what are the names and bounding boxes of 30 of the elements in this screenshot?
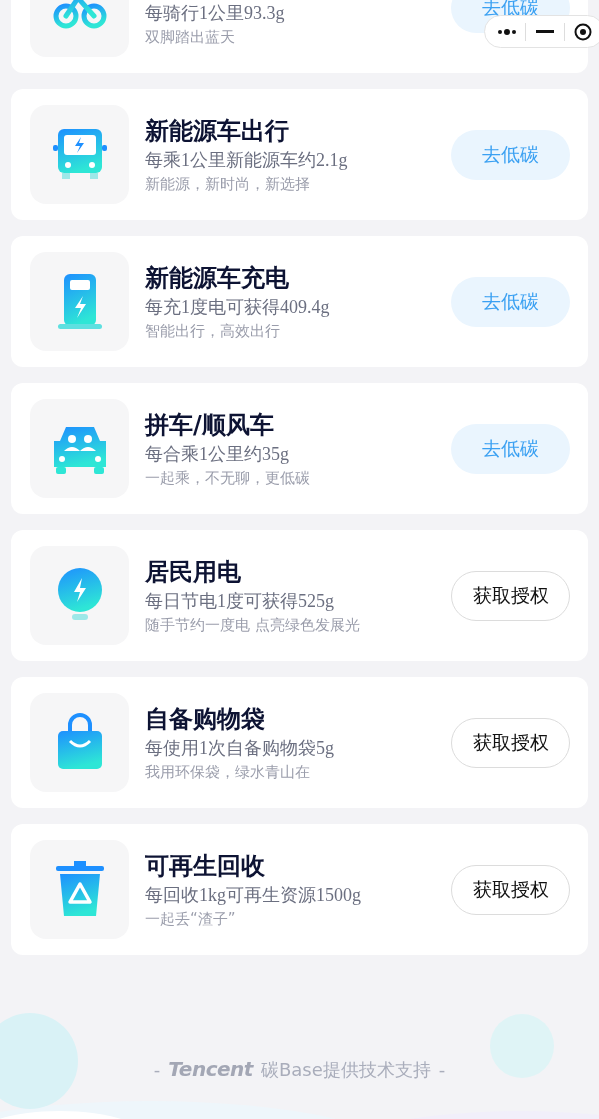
footer-text: 碳Base提供技术支持 xyxy=(260,1057,431,1082)
card-subtitle: 每合乘1公里约35g xyxy=(145,442,290,466)
card-title: 可再生回收 xyxy=(145,850,266,882)
action-button[interactable]: 获取授权 xyxy=(451,864,570,915)
card-tagline: 一起乘，不无聊，更低碳 xyxy=(145,467,311,489)
card-title: 新能源车充电 xyxy=(145,262,290,294)
card-tagline: 一起丢“渣子” xyxy=(145,908,237,930)
card-tagline: 我用环保袋，绿水青山在 xyxy=(145,761,311,783)
action-button[interactable]: 获取授权 xyxy=(451,717,570,768)
card-subtitle: 每充1度电可获得409.4g xyxy=(145,295,331,319)
card-title: 新能源车出行 xyxy=(145,115,290,147)
more-icon[interactable] xyxy=(497,27,517,36)
card-tagline: 随手节约一度电 点亮绿色发展光 xyxy=(145,614,361,636)
card-subtitle: 每乘1公里新能源车约2.1g xyxy=(145,148,349,172)
tencent-logo: Tencent xyxy=(168,1056,253,1083)
card-title: 自备购物袋 xyxy=(145,703,266,735)
close-icon[interactable] xyxy=(574,22,592,41)
card-subtitle: 每日节电1度可获得525g xyxy=(145,589,335,613)
minimize-icon[interactable] xyxy=(536,29,554,34)
card-tagline: 双脚踏出蓝天 xyxy=(145,26,236,48)
card-title: 拼车/顺风车 xyxy=(145,409,275,441)
card-subtitle: 每使用1次自备购物袋5g xyxy=(145,736,335,760)
card-subtitle: 每回收1kg可再生资源1500g xyxy=(145,883,362,907)
card-tagline: 智能出行，高效出行 xyxy=(145,320,281,342)
footer-dash: - xyxy=(438,1057,446,1082)
card-tagline: 新能源，新时尚，新选择 xyxy=(145,173,311,195)
action-button[interactable]: 获取授权 xyxy=(451,570,570,621)
card-title: 居民用电 xyxy=(145,556,242,588)
card-subtitle: 每骑行1公里93.3g xyxy=(145,1,286,25)
footer-dash: - xyxy=(153,1057,161,1082)
